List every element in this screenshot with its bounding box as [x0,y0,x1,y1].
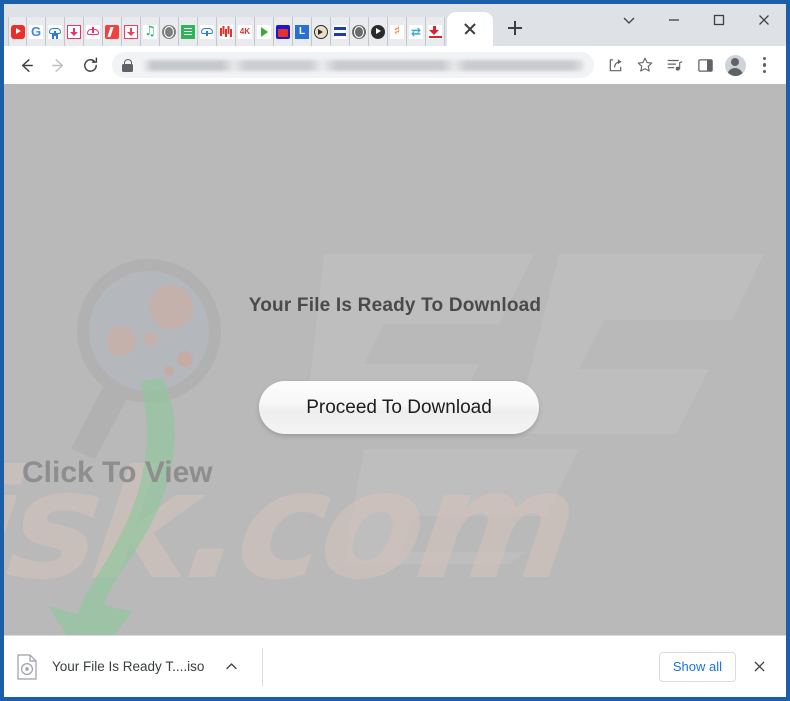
download-box-red-icon [124,24,138,39]
tab-music-note[interactable]: ♫ [141,17,160,46]
lock-icon [122,58,133,72]
tab-youtube[interactable] [8,17,27,46]
tab-cloud-download-2[interactable] [198,17,217,46]
iso-disc-file-icon [16,653,38,680]
browser-toolbar [4,46,786,84]
tab-4k-video[interactable]: 4K [236,17,255,46]
tv-red-icon [276,24,290,39]
tab-search-button[interactable] [606,4,651,36]
tab-download-box-2[interactable] [122,17,141,46]
sync-arrows-blue-icon: ⇄ [409,24,423,39]
close-window-button[interactable] [741,4,786,36]
tab-tv[interactable] [274,17,293,46]
proceed-to-download-button[interactable]: Proceed To Download [259,381,539,434]
bookmark-star-button[interactable] [630,50,660,80]
cloud-download-blue-icon [48,24,62,39]
tab-play-disc[interactable] [369,17,388,46]
music-note-green-icon: ♫ [143,23,157,39]
tab-play-pause[interactable] [312,17,331,46]
url-text[interactable] [142,59,584,71]
watermark-text: isk.com [4,439,582,613]
tab-blue-bars[interactable] [331,17,350,46]
tab-download-box[interactable] [65,17,84,46]
play-pause-icon [314,24,328,39]
minimize-button[interactable] [651,4,696,36]
chevron-up-icon[interactable] [220,656,242,678]
chrome-menu-button[interactable] [750,50,780,80]
tab-strip: G ♫ 4K L ♯ ⇄ [4,4,786,46]
window-controls [606,4,786,36]
orange-hash-icon: ♯ [390,24,404,39]
letter-l-blue-icon: L [295,24,309,39]
tab-audio-wave[interactable] [217,17,236,46]
show-all-button[interactable]: Show all [658,651,736,682]
google-icon: G [29,23,43,39]
profile-button[interactable] [720,50,750,80]
tab-red-slash[interactable] [103,17,122,46]
tab-globe-2[interactable] [350,17,369,46]
click-to-view-text: Click To View [22,456,213,489]
tab-orange-hash[interactable]: ♯ [388,17,407,46]
shelf-divider [262,647,264,686]
tab-sync[interactable]: ⇄ [407,17,426,46]
back-button[interactable] [11,50,41,80]
profile-avatar-icon [724,54,746,76]
tabs-row: G ♫ 4K L ♯ ⇄ [4,4,529,46]
green-arrow-icon [48,378,175,635]
maximize-button[interactable] [696,4,741,36]
4k-video-red-icon: 4K [238,24,252,39]
tab-globe[interactable] [160,17,179,46]
media-playlist-button[interactable] [660,50,690,80]
audio-wave-red-icon [219,24,233,39]
tab-cloud-upload[interactable] [84,17,103,46]
download-shelf: Your File Is Ready T....iso Show all [4,635,786,697]
play-disc-icon [371,24,385,39]
close-shelf-button[interactable] [744,652,774,682]
close-tab-icon[interactable] [462,21,478,37]
reload-button[interactable] [75,50,105,80]
tab-letter-l[interactable]: L [293,17,312,46]
play-green-icon [257,24,271,39]
youtube-icon [10,24,25,39]
tab-document[interactable] [179,17,198,46]
download-file-name: Your File Is Ready T....iso [52,659,205,674]
new-tab-button[interactable] [501,14,529,42]
active-tab[interactable] [447,12,493,46]
tab-google[interactable]: G [27,17,46,46]
magnifier-icon [71,259,221,459]
blue-bars-icon [333,24,347,39]
three-dot-menu-icon [763,56,767,74]
address-bar[interactable] [112,52,594,78]
cloud-download-blue2-icon [200,24,214,39]
page-title: Your File Is Ready To Download [248,295,542,316]
red-slash-icon [105,24,119,39]
globe-gray2-icon [352,24,366,39]
tab-play-green[interactable] [255,17,274,46]
forward-button[interactable] [43,50,73,80]
side-panel-button[interactable] [690,50,720,80]
download-item[interactable]: Your File Is Ready T....iso [16,647,256,687]
tab-cloud-download[interactable] [46,17,65,46]
download-box-pink-icon [67,24,81,39]
tab-download-underline[interactable] [426,17,445,46]
download-underline-red-icon [428,24,442,39]
cloud-upload-red-icon [86,24,100,39]
page-content: isk.com Click To View Your File Is Ready… [4,84,786,635]
share-button[interactable] [600,50,630,80]
document-green-icon [181,24,195,39]
browser-window: G ♫ 4K L ♯ ⇄ isk.com Click To View Your … [0,0,790,701]
globe-gray-icon [162,24,176,39]
